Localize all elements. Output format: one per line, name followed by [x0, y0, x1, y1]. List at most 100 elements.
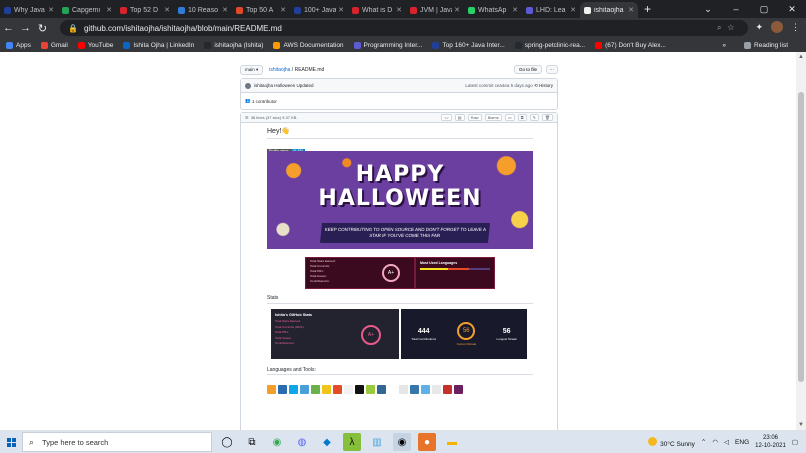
bookmark-item[interactable]: Top 160+ Java Inter...: [432, 41, 505, 49]
browser-tab[interactable]: JVM | Java ✕: [406, 2, 464, 18]
raw-button[interactable]: Raw: [467, 114, 482, 121]
vscode-icon[interactable]: ◆: [318, 433, 336, 451]
chrome-icon[interactable]: ◉: [268, 433, 286, 451]
blame-button[interactable]: Blame: [484, 114, 502, 121]
tab-close-icon[interactable]: ✕: [164, 6, 170, 14]
tab-close-icon[interactable]: ✕: [222, 6, 228, 14]
branch-select[interactable]: main ▾: [240, 65, 264, 75]
tab-close-icon[interactable]: ✕: [338, 6, 344, 14]
scroll-up-icon[interactable]: ▲: [796, 54, 806, 60]
top-languages-card: Most Used Languages: [415, 257, 495, 289]
windows-start-icon[interactable]: [0, 431, 22, 453]
commit-meta[interactable]: Latest commit cea4ea 5 days ago: [465, 83, 532, 88]
cortana-icon[interactable]: ◯: [218, 433, 236, 451]
zoom-icon[interactable]: ⌕: [717, 23, 727, 32]
delete-icon[interactable]: 🗑: [541, 114, 553, 121]
extensions-icon[interactable]: ✦: [755, 22, 763, 33]
languages-bar: [420, 268, 490, 270]
tab-close-icon[interactable]: ✕: [280, 6, 286, 14]
minimize-icon[interactable]: –: [722, 0, 750, 18]
copy-icon[interactable]: ⧉: [517, 114, 527, 121]
more-options-button[interactable]: ···: [545, 65, 558, 74]
reload-icon[interactable]: ↻: [34, 22, 51, 35]
browser-tab[interactable]: What is D ✕: [348, 2, 406, 18]
bookmark-item[interactable]: (67) Don't Buy Alex...: [595, 41, 666, 49]
browser-tab[interactable]: Why Java ✕: [0, 2, 58, 18]
bookmark-item[interactable]: YouTube: [77, 41, 113, 49]
browser-tab[interactable]: Top 52 D ✕: [116, 2, 174, 18]
browser-tab[interactable]: Top 50 A ✕: [232, 2, 290, 18]
bookmark-item[interactable]: spring-petclinic-rea...: [514, 41, 585, 49]
commit-avatar[interactable]: [245, 82, 251, 89]
tab-close-icon[interactable]: ✕: [106, 6, 112, 14]
desktop-icon[interactable]: ▭: [504, 114, 515, 121]
back-icon[interactable]: ←: [0, 22, 17, 34]
breadcrumb-repo[interactable]: ishitaojha: [269, 67, 290, 73]
go-to-file-button[interactable]: Go to file: [513, 65, 542, 74]
commit-message[interactable]: Halloween Updated: [274, 83, 313, 88]
browser-tab[interactable]: WhatsAp ✕: [464, 2, 522, 18]
recorder-icon[interactable]: ●: [418, 433, 436, 451]
bookmark-item[interactable]: Gmail: [40, 41, 68, 49]
browser-tab[interactable]: 10 Reaso ✕: [174, 2, 232, 18]
discord-icon[interactable]: ◍: [293, 433, 311, 451]
tool-logo-icon: [278, 385, 287, 394]
outline-icon[interactable]: ☰: [245, 115, 249, 120]
new-tab-button[interactable]: +: [644, 2, 651, 16]
clock[interactable]: 23:06 12-10-2021: [755, 434, 786, 450]
scroll-thumb[interactable]: [798, 92, 804, 382]
chrome-active-icon[interactable]: ◉: [393, 433, 411, 451]
bookmark-item[interactable]: Ishita Ojha | LinkedIn: [123, 41, 194, 49]
tab-close-icon[interactable]: ✕: [628, 6, 634, 14]
tab-close-icon[interactable]: ✕: [48, 6, 54, 14]
tab-favicon-icon: [526, 6, 533, 14]
edit-icon[interactable]: ✎: [529, 114, 539, 121]
close-window-icon[interactable]: ✕: [778, 0, 806, 18]
task-view-icon[interactable]: ⧉: [243, 433, 261, 451]
weather[interactable]: 30°C Sunny: [648, 436, 695, 448]
code-view-button[interactable]: <>: [441, 114, 452, 121]
address-bar[interactable]: 🔒 github.com/ishitaojha/ishitaojha/blob/…: [60, 20, 748, 36]
profile-avatar[interactable]: [771, 21, 783, 33]
browser-tab[interactable]: 100+ Java ✕: [290, 2, 348, 18]
preview-button[interactable]: ▤: [454, 114, 465, 121]
search-placeholder: Type here to search: [42, 437, 109, 447]
tab-strip: Why Java ✕ Capgemi ✕ Top 52 D ✕ 10 Reaso ✕ Top 5…: [0, 0, 806, 18]
bookmark-item[interactable]: AWS Documentation: [273, 41, 344, 49]
tab-close-icon[interactable]: ✕: [454, 6, 460, 14]
language-indicator[interactable]: ENG: [735, 439, 749, 446]
tab-search-icon[interactable]: ⌄: [694, 0, 722, 18]
more-bookmarks-icon[interactable]: »: [722, 42, 726, 49]
scroll-down-icon[interactable]: ▼: [796, 422, 806, 428]
network-icon[interactable]: ◠: [712, 438, 718, 446]
reading-list[interactable]: Reading list: [744, 41, 788, 49]
notification-icon[interactable]: ▢: [792, 438, 798, 446]
tab-favicon-icon: [352, 6, 359, 14]
bookmark-item[interactable]: ishitaojha (Ishita): [204, 41, 263, 49]
files-icon[interactable]: ▥: [368, 433, 386, 451]
bookmark-item[interactable]: Programming Inter...: [353, 41, 422, 49]
browser-tab[interactable]: ishitaojha ✕: [580, 2, 638, 18]
file-explorer-icon[interactable]: ▬: [443, 433, 461, 451]
history-link[interactable]: ⟲ History: [534, 83, 553, 89]
tab-close-icon[interactable]: ✕: [396, 6, 402, 14]
tray-chevron-icon[interactable]: ⌃: [701, 438, 706, 446]
volume-icon[interactable]: ◁: [724, 438, 729, 446]
stat-line: Total Stars Earned:: [310, 259, 336, 263]
maximize-icon[interactable]: ▢: [750, 0, 778, 18]
browser-tab[interactable]: Capgemi ✕: [58, 2, 116, 18]
tool-logo-icon: [311, 385, 320, 394]
commit-user[interactable]: ishitaojha: [254, 83, 273, 88]
page-scrollbar[interactable]: ▲ ▼: [796, 52, 806, 430]
tab-close-icon[interactable]: ✕: [570, 6, 576, 14]
tab-close-icon[interactable]: ✕: [512, 6, 518, 14]
bookmarks-bar: Apps Gmail YouTube Ishita Ojha | LinkedIn is…: [0, 38, 806, 52]
contributors-row[interactable]: 👥 1 contributor: [241, 93, 557, 109]
bookmark-star-icon[interactable]: ☆: [727, 23, 740, 32]
browser-tab[interactable]: LHD: Lea ✕: [522, 2, 580, 18]
intellij-icon[interactable]: λ: [343, 433, 361, 451]
forward-icon[interactable]: →: [17, 22, 34, 34]
menu-icon[interactable]: ⋮: [791, 22, 800, 33]
taskbar-search[interactable]: ⌕ Type here to search: [22, 432, 212, 452]
bookmark-item[interactable]: Apps: [6, 41, 31, 49]
